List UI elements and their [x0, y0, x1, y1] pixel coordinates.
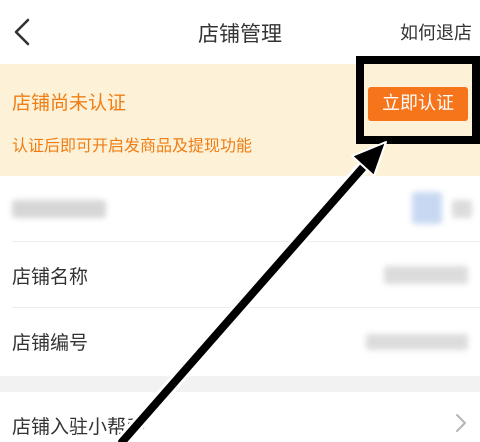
- blurred-value: [384, 266, 468, 284]
- verify-now-button[interactable]: 立即认证: [368, 87, 468, 121]
- back-button[interactable]: [8, 12, 44, 52]
- shop-name-label: 店铺名称: [12, 266, 89, 288]
- helper-label: 店铺入驻小帮手: [12, 416, 146, 438]
- nav-bar: 店铺管理 如何退店: [0, 0, 480, 64]
- list-item: 店铺编号: [0, 308, 480, 374]
- blurred-value: [366, 334, 468, 350]
- shop-info-list: 店铺名称 店铺编号: [0, 176, 480, 376]
- list-item: [0, 176, 480, 242]
- list-item: 店铺名称: [0, 242, 480, 308]
- shop-number-label: 店铺编号: [12, 332, 89, 354]
- how-to-close-shop-link[interactable]: 如何退店: [400, 19, 472, 45]
- blurred-label: [12, 200, 106, 218]
- blurred-avatar: [412, 192, 442, 224]
- verification-banner: 店铺尚未认证 认证后即可开启发商品及提现功能 立即认证: [0, 64, 480, 176]
- blurred-value: [452, 200, 472, 218]
- banner-title: 店铺尚未认证: [12, 92, 127, 114]
- shop-helper-row[interactable]: 店铺入驻小帮手: [0, 392, 480, 442]
- chevron-left-icon: [14, 18, 30, 46]
- banner-subtitle: 认证后即可开启发商品及提现功能: [12, 136, 253, 155]
- chevron-right-icon: [456, 414, 466, 432]
